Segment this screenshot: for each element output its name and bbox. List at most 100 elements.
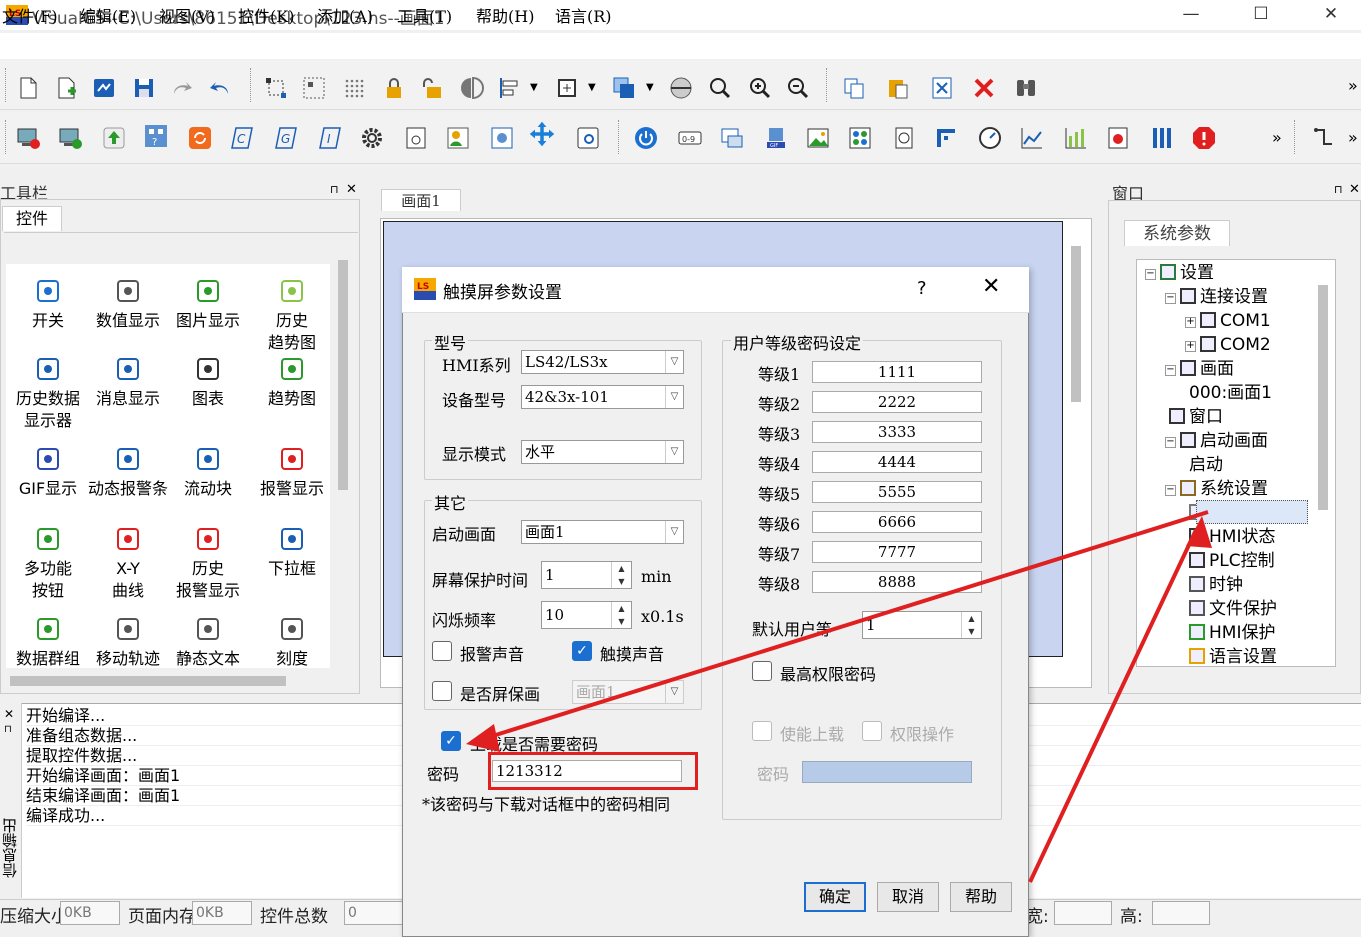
connector-icon[interactable] [1310,124,1338,152]
menu-view[interactable]: 视图(V) [159,3,215,27]
help-button[interactable]: 帮助 [950,882,1012,912]
control-item[interactable]: 刻度 [250,616,330,668]
user-icon[interactable] [444,124,472,152]
numeric-display-icon[interactable]: 0-9 [676,124,704,152]
tree-item[interactable]: HMI保护 [1185,622,1275,644]
find-icon[interactable] [1012,74,1040,102]
level-password-input[interactable]: 8888 [812,571,982,593]
toolbar1-overflow-icon[interactable]: » [1348,76,1358,95]
hmi-series-select[interactable]: LS42/LS3x ▽ [521,350,684,374]
collapse-icon[interactable]: − [1165,437,1176,448]
zoom-in-icon[interactable] [746,74,774,102]
layer-icon[interactable] [610,74,638,102]
tab-system-params[interactable]: 系统参数 [1124,220,1230,246]
group-icon[interactable] [300,74,328,102]
c-script-icon[interactable]: C [228,124,256,152]
toolbar3-overflow-icon[interactable]: » [1348,128,1358,147]
maximize-button[interactable]: ☐ [1238,2,1284,26]
align-dropdown-icon[interactable]: ▼ [530,82,538,93]
level-password-input[interactable]: 3333 [812,421,982,443]
level-password-input[interactable]: 2222 [812,391,982,413]
message-display-icon[interactable] [718,124,746,152]
control-item[interactable]: 动态报警条 [86,446,170,500]
add-file-icon[interactable] [52,74,80,102]
tree-item[interactable]: − 设置 [1145,262,1214,284]
tab-controls[interactable]: 控件 [2,206,62,231]
flow-block-icon[interactable] [932,124,960,152]
upload-password-checkbox[interactable]: ✓ [441,731,461,751]
display-mode-select[interactable]: 水平 ▽ [521,440,684,464]
redo-icon[interactable] [168,74,196,102]
control-item[interactable]: 下拉框 [250,526,330,580]
address-icon[interactable] [402,124,430,152]
expand-icon[interactable]: + [1185,341,1196,352]
tree-item[interactable]: 000:画面1 [1185,382,1272,404]
control-item[interactable]: GIF显示 [6,446,90,500]
output-pin-icon[interactable]: ⊓ [4,724,12,735]
menu-language[interactable]: 语言(R) [555,3,612,27]
control-item[interactable]: 数据群组 [6,616,90,668]
control-item[interactable]: 多功能 按钮 [6,526,90,602]
window-panel-close-icon[interactable]: ✕ [1349,182,1360,197]
center-icon[interactable] [667,74,695,102]
menu-help[interactable]: 帮助(H) [476,3,534,27]
tab-screen1[interactable]: 画面1 [381,189,461,211]
window-panel-pin-icon[interactable]: ⊓ [1334,183,1343,196]
control-item[interactable]: 消息显示 [86,356,170,410]
control-item[interactable]: 移动轨迹 [86,616,170,668]
control-item[interactable]: 趋势图 [250,356,330,410]
control-item[interactable]: X-Y 曲线 [86,526,170,602]
menu-add[interactable]: 添加(A) [317,3,373,27]
close-window-button[interactable]: ✕ [1308,2,1354,26]
copy-icon[interactable] [840,74,868,102]
cut-icon[interactable] [928,74,956,102]
download-ok-icon[interactable] [56,124,84,152]
picture-display-icon[interactable] [804,124,832,152]
control-item[interactable]: 图表 [166,356,250,410]
spinner-arrows-icon[interactable]: ▲ ▼ [611,602,631,628]
settings-gear-icon[interactable] [358,124,386,152]
level-password-input[interactable]: 7777 [812,541,982,563]
alarm-sound-checkbox[interactable] [432,641,452,661]
collapse-icon[interactable]: − [1165,365,1176,376]
picture-manager-icon[interactable] [488,124,516,152]
control-item[interactable]: 数值显示 [86,278,170,332]
screen-protect-checkbox[interactable] [432,681,452,701]
zoom-icon[interactable] [706,74,734,102]
tree-item[interactable]: − 启动画面 [1165,430,1268,452]
toolbox-close-icon[interactable]: ✕ [346,182,357,197]
cancel-button[interactable]: 取消 [877,882,939,912]
level-password-input[interactable]: 4444 [812,451,982,473]
zoom-out-icon[interactable] [784,74,812,102]
tree-item[interactable]: 窗口 [1165,406,1223,428]
tree-vertical-scrollbar[interactable] [1318,285,1328,510]
history-trend-icon[interactable] [1062,124,1090,152]
paste-icon[interactable] [884,74,912,102]
size-dropdown-icon[interactable]: ▼ [588,82,596,93]
expand-icon[interactable]: + [1185,317,1196,328]
collapse-icon[interactable]: − [1145,269,1156,280]
align-left-icon[interactable] [496,74,524,102]
tree-item[interactable]: PLC控制 [1185,550,1275,572]
level-password-input[interactable]: 5555 [812,481,982,503]
canvas-vertical-scrollbar[interactable] [1071,246,1081,402]
undo-icon[interactable] [206,74,234,102]
tree-item[interactable]: − 连接设置 [1165,286,1268,308]
unlock-icon[interactable] [418,74,446,102]
menu-file[interactable]: 文件(F) [2,3,58,27]
control-item[interactable]: 流动块 [166,446,250,500]
screensaver-time-spinner[interactable]: 1 ▲ ▼ [541,561,632,589]
select-icon[interactable] [262,74,290,102]
device-model-select[interactable]: 42&3x-101 ▽ [521,385,684,409]
menu-tools[interactable]: 工具(T) [397,3,452,27]
control-item[interactable]: 静态文本 [166,616,250,668]
menu-controls[interactable]: 控件(K) [238,3,294,27]
tree-item[interactable]: + COM2 [1185,334,1271,356]
default-user-spinner[interactable]: 1 ▲ ▼ [862,611,982,639]
level-password-input[interactable]: 6666 [812,511,982,533]
compile-icon[interactable]: ? [142,122,170,150]
spinner-arrows-icon[interactable]: ▲ ▼ [611,562,631,588]
level-password-input[interactable]: 1111 [812,361,982,383]
control-item[interactable]: 历史数据 显示器 [6,356,90,432]
delete-icon[interactable] [970,74,998,102]
